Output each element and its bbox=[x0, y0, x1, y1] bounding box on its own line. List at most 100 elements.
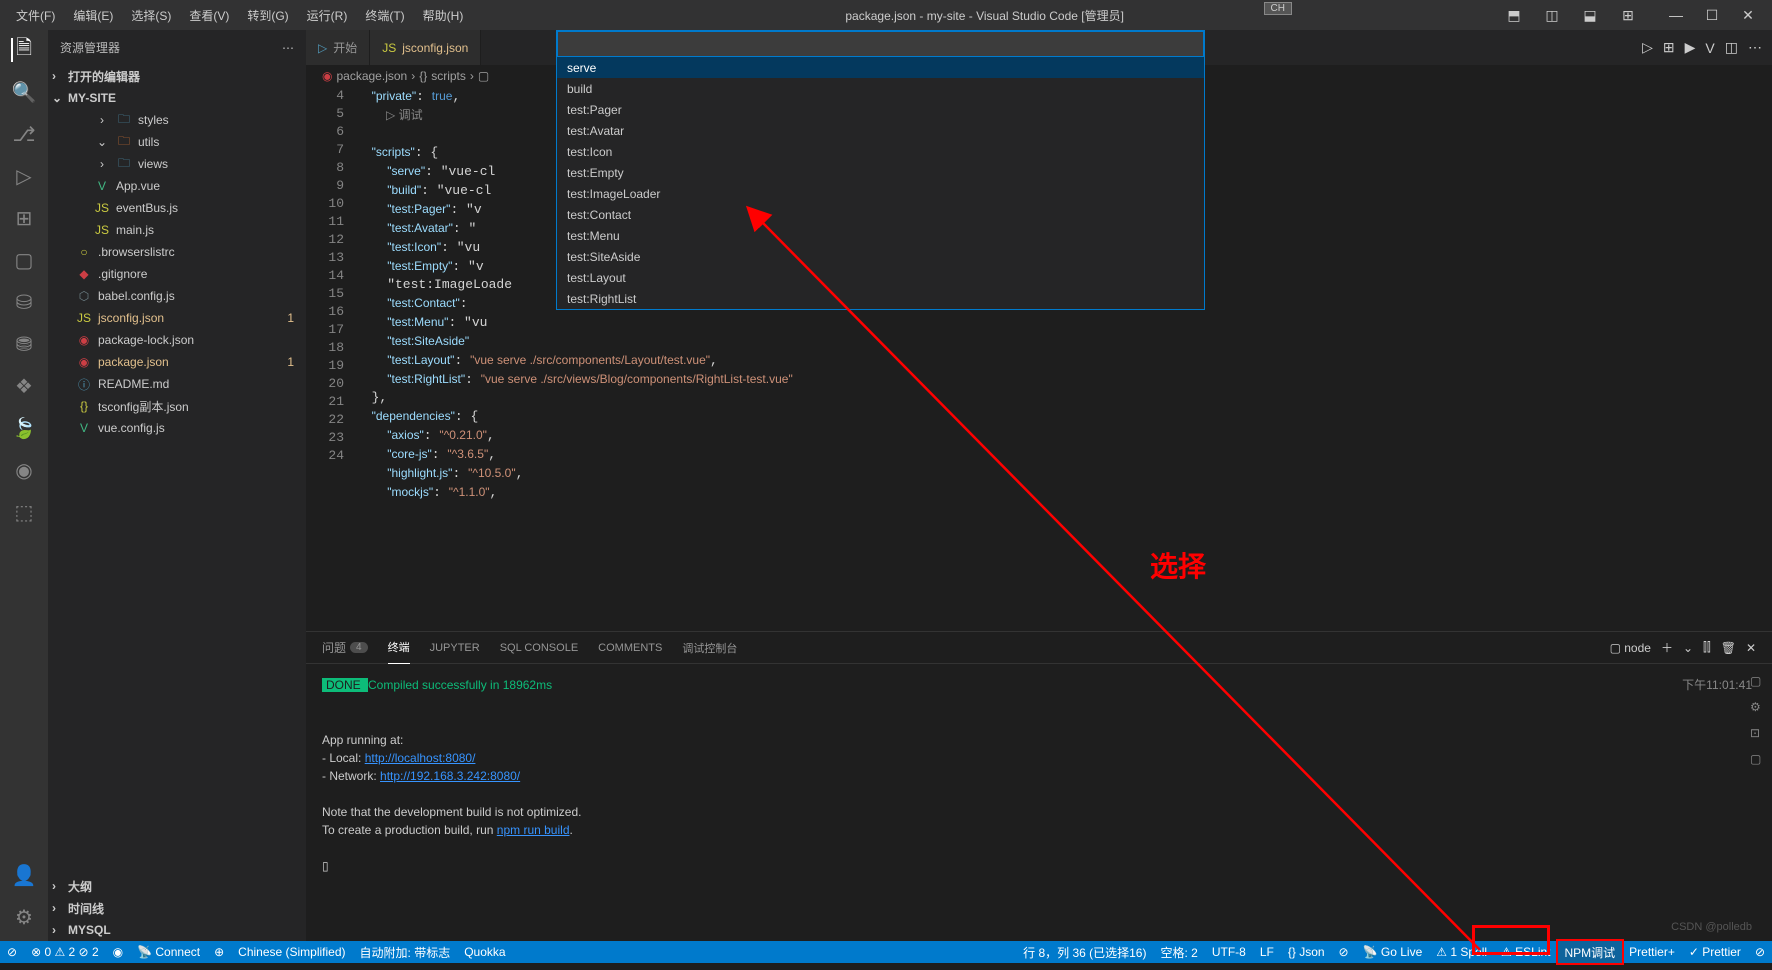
file-item[interactable]: Vvue.config.js bbox=[48, 417, 306, 439]
menu-view[interactable]: 查看(V) bbox=[181, 3, 237, 28]
status-item[interactable]: Chinese (Simplified) bbox=[231, 941, 352, 963]
status-item[interactable]: 📡 Connect bbox=[130, 941, 207, 963]
panel-tab-comments[interactable]: COMMENTS bbox=[598, 632, 662, 664]
terminal-dropdown-icon[interactable]: ⌄ bbox=[1683, 641, 1693, 655]
picker-option[interactable]: test:ImageLoader bbox=[557, 183, 1204, 204]
more-icon[interactable]: ⋯ bbox=[282, 41, 294, 55]
close-panel-icon[interactable]: ✕ bbox=[1746, 641, 1756, 655]
status-item[interactable]: LF bbox=[1253, 941, 1281, 963]
status-item[interactable]: ⊘ bbox=[1332, 941, 1356, 963]
maximize-button[interactable]: ☐ bbox=[1696, 7, 1728, 24]
file-item[interactable]: JSeventBus.js bbox=[48, 197, 306, 219]
status-item[interactable]: ⊗ 0 ⚠ 2 ⊘ 2 bbox=[24, 941, 106, 963]
menu-file[interactable]: 文件(F) bbox=[8, 3, 63, 28]
status-item[interactable]: 自动附加: 带标志 bbox=[353, 941, 458, 963]
file-item[interactable]: JSjsconfig.json1 bbox=[48, 307, 306, 329]
picker-option[interactable]: test:Pager bbox=[557, 99, 1204, 120]
picker-option[interactable]: test:Empty bbox=[557, 162, 1204, 183]
status-item[interactable]: ⊘ bbox=[0, 941, 24, 963]
tab-jsconfig[interactable]: JSjsconfig.json bbox=[370, 30, 481, 65]
file-item[interactable]: JSmain.js bbox=[48, 219, 306, 241]
mongo-icon[interactable]: 🍃 bbox=[12, 416, 36, 440]
picker-option[interactable]: serve bbox=[557, 57, 1204, 78]
database-icon[interactable]: ⛁ bbox=[12, 290, 36, 314]
account-icon[interactable]: 👤 bbox=[12, 863, 36, 887]
folder-item[interactable]: ›🗀views bbox=[48, 153, 306, 175]
explorer-icon[interactable]: 🗎 bbox=[11, 38, 35, 62]
menu-selection[interactable]: 选择(S) bbox=[123, 3, 179, 28]
panel-tab-problems[interactable]: 问题4 bbox=[322, 632, 368, 664]
file-item[interactable]: ⓘREADME.md bbox=[48, 373, 306, 395]
extensions-icon[interactable]: ⊞ bbox=[12, 206, 36, 230]
status-item[interactable]: 空格: 2 bbox=[1153, 941, 1204, 963]
command-input[interactable] bbox=[557, 31, 1204, 57]
settings-icon[interactable]: ⚙ bbox=[12, 905, 36, 929]
layout-icon[interactable]: ⊞ bbox=[1612, 7, 1644, 24]
panel-tab-terminal[interactable]: 终端 bbox=[388, 632, 410, 664]
status-item[interactable]: 行 8，列 36 (已选择16) bbox=[1016, 941, 1153, 963]
status-item[interactable]: UTF-8 bbox=[1205, 941, 1253, 963]
edge-icon[interactable]: ◉ bbox=[12, 458, 36, 482]
menu-help[interactable]: 帮助(H) bbox=[415, 3, 472, 28]
local-url[interactable]: http://localhost:8080/ bbox=[365, 751, 476, 765]
menu-terminal[interactable]: 终端(T) bbox=[357, 3, 412, 28]
panel-tab-sql[interactable]: SQL CONSOLE bbox=[500, 632, 578, 664]
panel-tab-jupyter[interactable]: JUPYTER bbox=[430, 632, 480, 664]
file-item[interactable]: ○.browserslistrc bbox=[48, 241, 306, 263]
picker-option[interactable]: test:Icon bbox=[557, 141, 1204, 162]
file-item[interactable]: ⬡babel.config.js bbox=[48, 285, 306, 307]
status-item[interactable]: NPM调试 bbox=[1558, 941, 1623, 963]
picker-option[interactable]: test:RightList bbox=[557, 288, 1204, 309]
source-control-icon[interactable]: ⎇ bbox=[12, 122, 36, 146]
menu-run[interactable]: 运行(R) bbox=[299, 3, 356, 28]
file-item[interactable]: VApp.vue bbox=[48, 175, 306, 197]
side-icon[interactable]: ▢ bbox=[1750, 750, 1766, 768]
split-terminal-icon[interactable]: ⫿⫿ bbox=[1703, 640, 1711, 655]
terminal-selector[interactable]: ▢ node bbox=[1610, 641, 1651, 655]
picker-option[interactable]: build bbox=[557, 78, 1204, 99]
mysql-section[interactable]: ›MYSQL bbox=[48, 919, 306, 941]
v-icon[interactable]: V bbox=[1705, 40, 1714, 56]
search-icon[interactable]: 🔍 bbox=[12, 80, 36, 104]
stack-icon[interactable]: ❖ bbox=[12, 374, 36, 398]
side-icon[interactable]: ⊡ bbox=[1750, 724, 1766, 742]
status-item[interactable]: {} Json bbox=[1281, 941, 1332, 963]
file-item[interactable]: {}tsconfig副本.json bbox=[48, 395, 306, 417]
menu-go[interactable]: 转到(G) bbox=[239, 3, 296, 28]
picker-option[interactable]: test:Layout bbox=[557, 267, 1204, 288]
file-item[interactable]: ◆.gitignore bbox=[48, 263, 306, 285]
folder-item[interactable]: ⌄🗀utils bbox=[48, 131, 306, 153]
timeline-section[interactable]: ›时间线 bbox=[48, 897, 306, 919]
panel-tab-debug[interactable]: 调试控制台 bbox=[682, 632, 737, 664]
database2-icon[interactable]: ⛃ bbox=[12, 332, 36, 356]
close-button[interactable]: ✕ bbox=[1732, 7, 1764, 24]
run-debug-icon[interactable]: ▷ bbox=[12, 164, 36, 188]
split-icon[interactable]: ◫ bbox=[1725, 39, 1738, 56]
remote-icon[interactable]: ▢ bbox=[12, 248, 36, 272]
status-item[interactable]: ✓ Prettier bbox=[1682, 941, 1748, 963]
layout-icon[interactable]: ⬒ bbox=[1498, 7, 1530, 24]
more-icon[interactable]: ⋯ bbox=[1748, 39, 1762, 56]
file-item[interactable]: ◉package.json1 bbox=[48, 351, 306, 373]
trash-icon[interactable]: 🗑 bbox=[1721, 641, 1736, 655]
status-item[interactable]: Prettier+ bbox=[1622, 941, 1682, 963]
terminal-output[interactable]: ▢ ⚙ ⊡ ▢ 下午11:01:41 DONE Compiled success… bbox=[306, 664, 1772, 941]
picker-option[interactable]: test:Avatar bbox=[557, 120, 1204, 141]
new-terminal-icon[interactable]: ＋ bbox=[1661, 639, 1673, 656]
project-icon[interactable]: ⬚ bbox=[12, 500, 36, 524]
folder-item[interactable]: ›🗀styles bbox=[48, 109, 306, 131]
open-editors-section[interactable]: › 打开的编辑器 bbox=[48, 65, 306, 87]
run2-icon[interactable]: ▶ bbox=[1685, 39, 1696, 56]
picker-option[interactable]: test:Contact bbox=[557, 204, 1204, 225]
status-item[interactable]: Quokka bbox=[457, 941, 512, 963]
minimize-button[interactable]: — bbox=[1660, 7, 1692, 23]
status-item[interactable]: ⊘ bbox=[1748, 941, 1772, 963]
menu-edit[interactable]: 编辑(E) bbox=[65, 3, 121, 28]
run-icon[interactable]: ▷ bbox=[1642, 39, 1653, 56]
status-item[interactable]: ◉ bbox=[106, 941, 130, 963]
layout-icon[interactable]: ⬓ bbox=[1574, 7, 1606, 24]
side-icon[interactable]: ⚙ bbox=[1750, 698, 1766, 716]
side-icon[interactable]: ▢ bbox=[1750, 672, 1766, 690]
project-section[interactable]: ⌄ MY-SITE bbox=[48, 87, 306, 109]
picker-option[interactable]: test:SiteAside bbox=[557, 246, 1204, 267]
